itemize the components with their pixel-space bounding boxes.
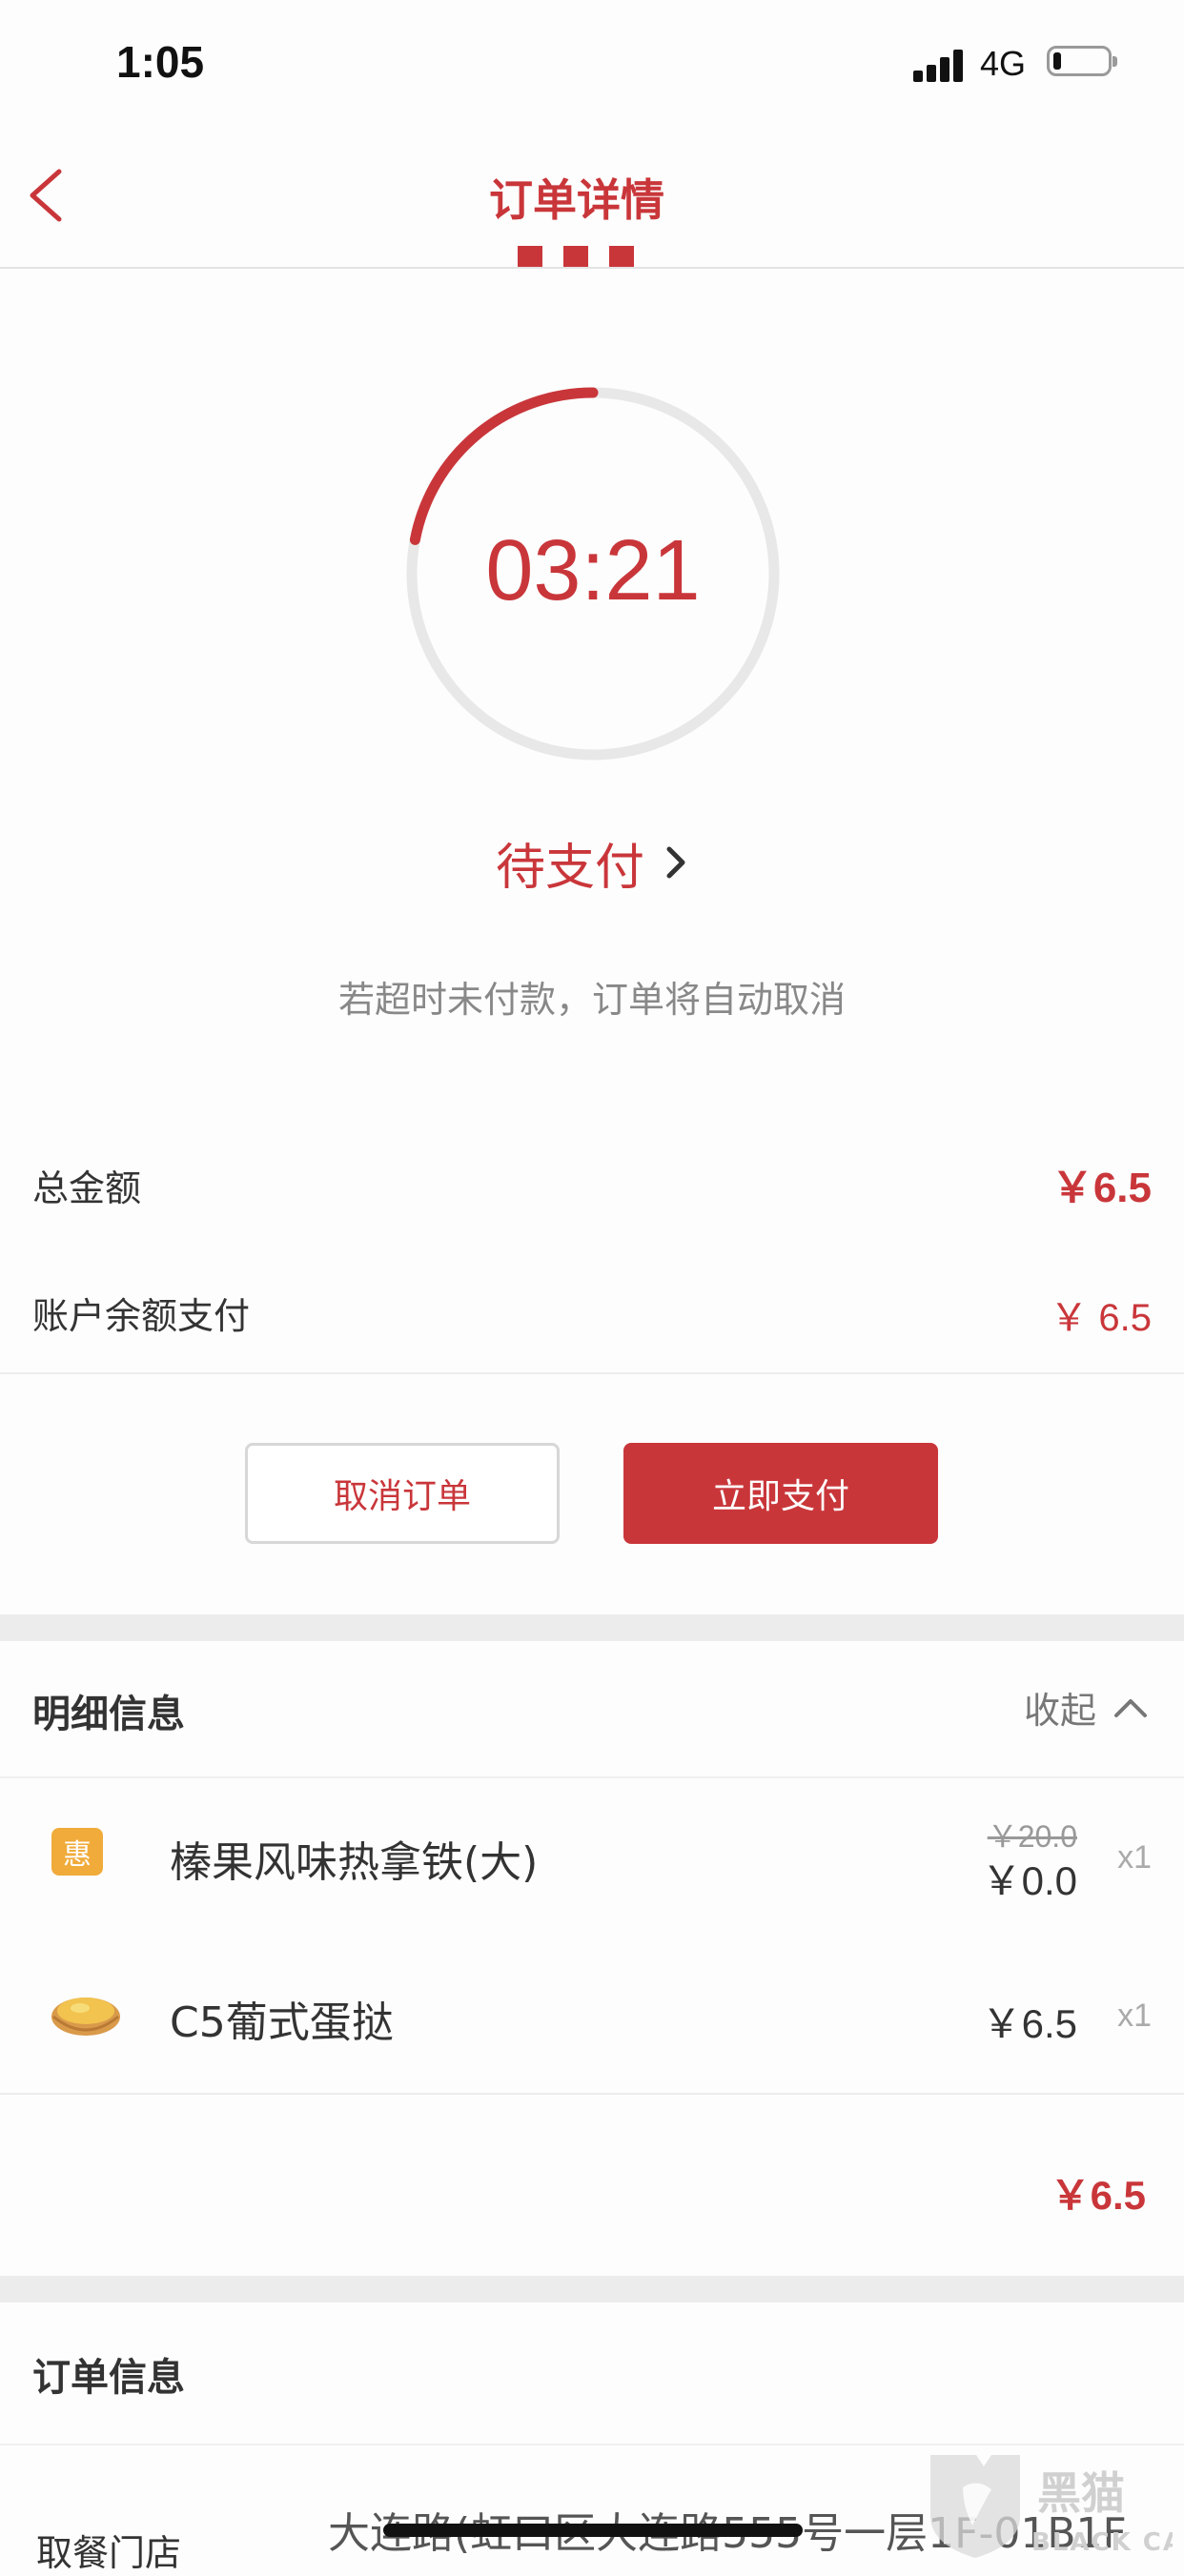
payment-status-link[interactable]: 待支付 [381,829,801,897]
details-title: 明细信息 [32,1693,185,1736]
total-value: ￥6.5 [1051,1165,1152,1211]
signal-icon [913,48,965,82]
item-quantity: x1 [1117,1998,1152,2034]
balance-label: 账户余额支付 [32,1295,251,1337]
section-separator [0,2276,1184,2302]
cancel-order-button[interactable]: 取消订单 [245,1443,560,1544]
order-info-title: 订单信息 [32,2356,185,2400]
item-quantity: x1 [1117,1839,1152,1876]
home-indicator [383,2524,803,2537]
subtotal-value: ￥6.5 [1050,2173,1146,2218]
chevron-right-icon [666,846,685,879]
title-indicator [518,246,634,267]
chevron-up-icon [1114,1698,1147,1717]
balance-value: ￥ 6.5 [1050,1297,1152,1339]
payment-status: 待支付 [495,839,644,897]
svg-text:BLACK CAT: BLACK CAT [1031,2528,1173,2557]
discount-badge: 惠 [51,1828,103,1876]
pay-now-button[interactable]: 立即支付 [623,1443,938,1544]
watermark-logo: 黑猫 BLACK CAT [930,2455,1173,2558]
network-label: 4G [980,44,1027,83]
collapse-toggle[interactable]: 收起 [1024,1681,1148,1734]
collapse-label: 收起 [1023,1690,1096,1732]
svg-text:黑猫: 黑猫 [1037,2467,1125,2519]
total-label: 总金额 [32,1167,142,1209]
item-price: ￥6.5 [981,2001,1077,2046]
divider [0,1372,1184,1374]
page-title: 订单详情 [489,174,664,226]
item-name: C5葡式蛋挞 [170,1998,394,2047]
item-name: 榛果风味热拿铁(大) [170,1838,539,1887]
status-time: 1:05 [116,37,205,87]
store-label: 取餐门店 [36,2532,182,2574]
battery-icon [1047,46,1117,76]
divider [0,1776,1184,1778]
countdown-time: 03:21 [485,523,701,619]
nav-divider [0,267,1184,269]
egg-tart-icon [51,1998,120,2036]
divider [0,2444,1184,2445]
section-separator [0,1614,1184,1641]
item-price: ￥0.0 [981,1858,1077,1903]
divider [0,2093,1184,2095]
timeout-note: 若超时未付款，订单将自动取消 [337,979,846,1021]
